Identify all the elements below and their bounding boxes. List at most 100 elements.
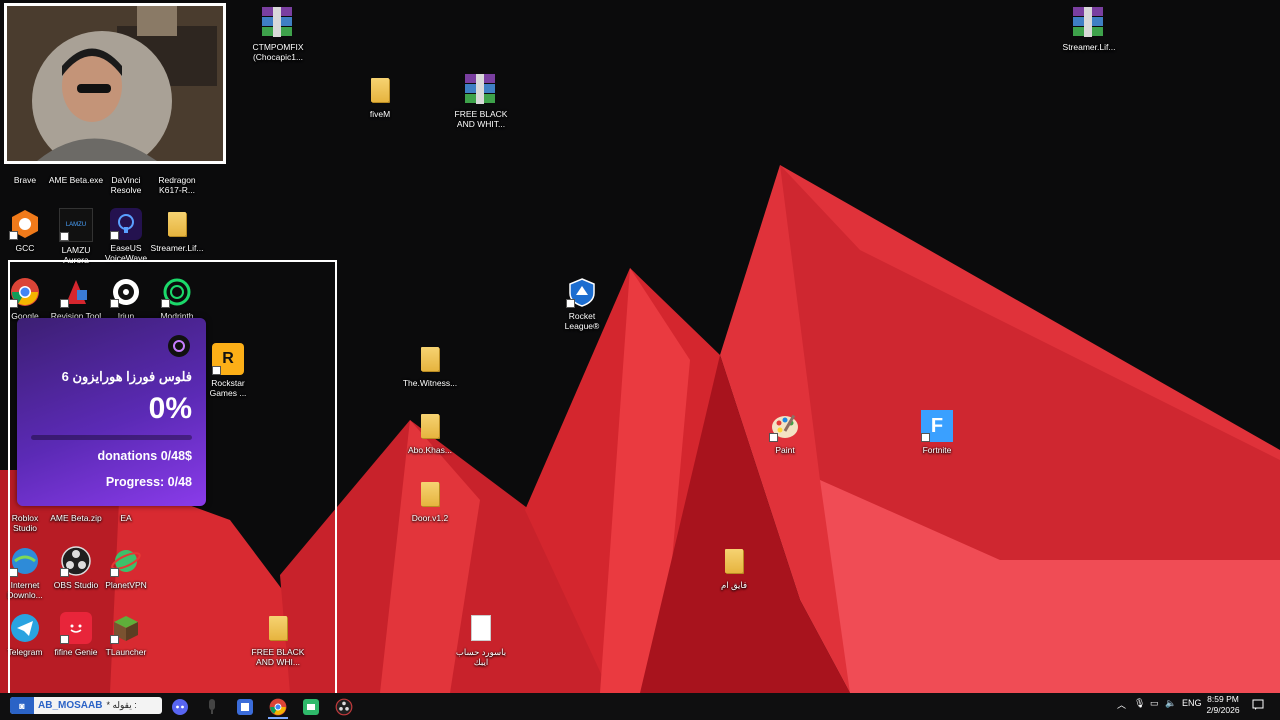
icon-label: FREE BLACK AND WHI... (251, 647, 305, 667)
text-document-icon (471, 615, 491, 641)
tray-language-indicator[interactable]: ENG (1182, 698, 1202, 708)
donation-percent: 0% (148, 392, 192, 425)
tlauncher-grass-block-icon (110, 612, 142, 644)
winrar-archive-icon (1073, 7, 1105, 39)
desktop-icon-modrinth[interactable]: Modrinth (144, 276, 210, 321)
modrinth-icon (161, 276, 193, 308)
folder-icon (269, 616, 287, 640)
desktop-icon-rocket-league[interactable]: Rocket League® (549, 276, 615, 331)
icon-label: fifine Genie (54, 647, 98, 657)
paint-palette-icon (769, 410, 801, 442)
desktop-icon-fivem[interactable]: fiveM (347, 74, 413, 119)
desktop-icon-the-witness[interactable]: The.Witness... (397, 343, 463, 388)
icon-label: FREE BLACK AND WHIT... (454, 109, 508, 129)
icon-label: Fortnite (922, 445, 952, 455)
iriun-webcam-icon (110, 276, 142, 308)
icon-label: Redragon K617-R... (158, 175, 196, 195)
desktop-icon-planetvpn[interactable]: PlanetVPN (93, 545, 159, 590)
easeus-voicewave-icon (110, 208, 142, 240)
streamer-silhouette (7, 6, 223, 161)
chat-ticker: ◙ AB_MOSAAB : يقوله * (10, 697, 162, 714)
taskbar-app-blue-icon[interactable] (235, 697, 255, 717)
desktop-icon-redragon[interactable]: Redragon K617-R... (144, 164, 210, 195)
winrar-archive-icon (262, 7, 294, 39)
telegram-icon (9, 612, 41, 644)
icon-label: Streamer.Lif... (150, 243, 204, 253)
taskbar-chrome-icon[interactable] (268, 697, 288, 719)
icon-label: Door.v1.2 (411, 513, 449, 523)
folder-icon (421, 414, 439, 438)
tray-microphone-icon[interactable]: 🎙 (1134, 698, 1145, 709)
chrome-icon (9, 276, 41, 308)
taskbar-obs-icon[interactable] (334, 697, 354, 717)
tray-volume-icon[interactable]: 🔈 (1165, 698, 1176, 709)
taskbar (0, 693, 1280, 720)
taskbar-microphone-app-icon[interactable] (202, 697, 222, 717)
icon-label: CTMPOMFIX (Chocapic1... (252, 42, 304, 62)
desktop-icon-fortnite[interactable]: F Fortnite (904, 410, 970, 455)
icon-label: Telegram (7, 647, 43, 657)
taskbar-green-app-icon[interactable] (301, 697, 321, 717)
discord-badge-icon: ◙ (10, 697, 34, 714)
fifine-genie-icon (60, 612, 92, 644)
desktop-icon-password-file[interactable]: باسورد حساب ايبك (448, 612, 514, 667)
folder-icon (168, 212, 186, 236)
planetvpn-icon (110, 545, 142, 577)
icon-label: OBS Studio (53, 580, 99, 590)
donation-goal-widget: فلوس فورزا هورايزون 6 0% donations 0/48$… (17, 318, 206, 506)
icon-label: PlanetVPN (105, 580, 147, 590)
desktop-icon-paint[interactable]: Paint (752, 410, 818, 455)
icon-label: Paint (775, 445, 795, 455)
desktop-icon-tlauncher[interactable]: TLauncher (93, 612, 159, 657)
folder-icon (421, 347, 439, 371)
desktop-icon-free-black-bottom[interactable]: FREE BLACK AND WHI... (245, 612, 311, 667)
revision-tool-icon (60, 276, 92, 308)
desktop-icon-free-black-top[interactable]: FREE BLACK AND WHIT... (448, 74, 514, 129)
donation-amount: donations 0/48$ (97, 449, 192, 463)
donation-progress-bar (31, 435, 192, 440)
donation-progress-count: Progress: 0/48 (105, 475, 192, 489)
desktop-icon-door[interactable]: Door.v1.2 (397, 478, 463, 523)
desktop-icon-streamer-life-top[interactable]: Streamer.Lif... (1056, 7, 1122, 52)
icon-label: The.Witness... (402, 378, 458, 388)
folder-icon (371, 78, 389, 102)
lamzu-icon: LAMZU (59, 208, 93, 242)
icon-label: fiveM (369, 109, 391, 119)
desktop-icon-ctmpomfix[interactable]: CTMPOMFIX (Chocapic1... (245, 7, 311, 62)
taskbar-clock[interactable]: 8:59 PM 2/9/2026 (1203, 694, 1243, 716)
tray-network-icon[interactable]: ▭ (1150, 698, 1159, 709)
chat-message: : يقوله * (106, 700, 137, 710)
icon-label: Roblox Studio (11, 513, 39, 533)
icon-label: EA (120, 513, 132, 523)
icon-label: Rocket League® (564, 311, 600, 331)
taskbar-discord-icon[interactable] (170, 697, 190, 717)
rocket-league-icon (566, 276, 598, 308)
notification-center-icon[interactable] (1252, 699, 1264, 713)
desktop-icon-streamer-life-folder[interactable]: Streamer.Lif... (144, 208, 210, 253)
clock-time: 8:59 PM (1207, 694, 1239, 704)
folder-icon (725, 549, 743, 573)
icon-label: Abo.Khas... (408, 445, 452, 455)
icon-label: Rockstar Games ... (209, 378, 247, 398)
obs-studio-icon (60, 545, 92, 577)
icon-label: EaseUS VoiceWave (104, 243, 148, 263)
icon-label: DaVinci Resolve (110, 175, 142, 195)
webcam-feed (7, 6, 223, 161)
tray-overflow-chevron-icon[interactable]: ︿ (1117, 698, 1126, 711)
desktop-icon-abo-khas[interactable]: Abo.Khas... (397, 410, 463, 455)
icon-label: LAMZU Aurora (61, 245, 91, 265)
desktop-icon-faiq-am[interactable]: فايق ام (701, 545, 767, 590)
webcam-overlay (4, 3, 226, 164)
icon-label: Streamer.Lif... (1062, 42, 1116, 52)
internet-download-manager-icon (9, 545, 41, 577)
rockstar-games-icon: R (212, 343, 244, 375)
folder-icon (421, 482, 439, 506)
fortnite-icon: F (921, 410, 953, 442)
icon-label: GCC (15, 243, 35, 253)
icon-label: Brave (13, 175, 37, 185)
icon-label: باسورد حساب ايبك (455, 647, 507, 667)
icon-label: TLauncher (105, 647, 147, 657)
icon-label: Internet Downlo... (7, 580, 43, 600)
gcc-icon (9, 208, 41, 240)
icon-label: فايق ام (720, 580, 748, 590)
